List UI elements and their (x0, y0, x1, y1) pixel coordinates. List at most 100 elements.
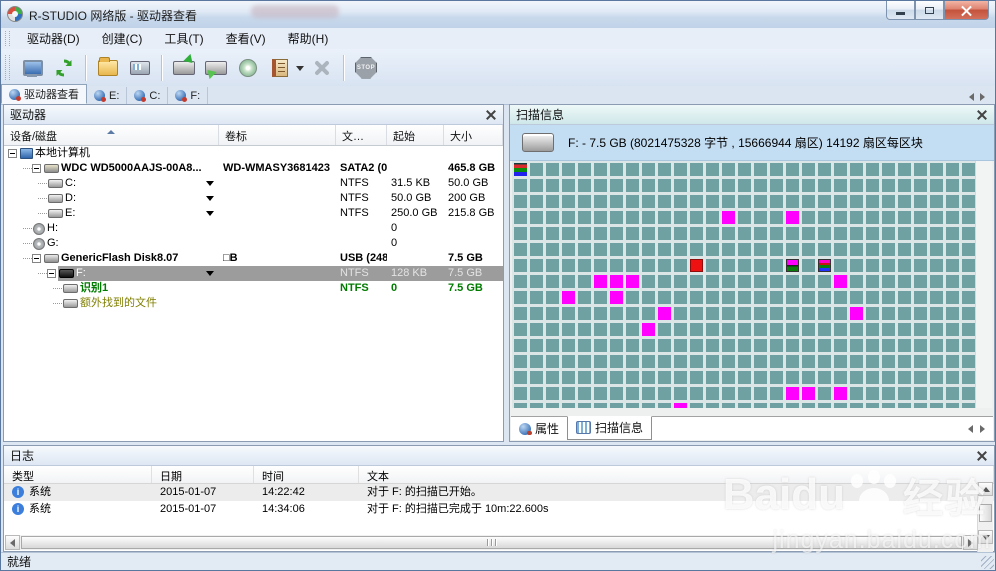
close-button[interactable] (944, 1, 989, 20)
scan-block (882, 387, 895, 400)
drives-panel-close-icon[interactable] (485, 109, 497, 121)
tree-row[interactable]: GenericFlash Disk8.07□BUSB (248:228)7.5 … (4, 251, 503, 266)
scan-block (562, 195, 575, 208)
scroll-down-button[interactable] (978, 530, 993, 544)
minimize-button[interactable] (886, 1, 915, 20)
scan-block (866, 339, 879, 352)
scan-block (546, 387, 559, 400)
tab-e[interactable]: E: (87, 87, 127, 104)
menu-create[interactable]: 创建(C) (91, 28, 154, 49)
toolbar-gripper-2[interactable] (5, 55, 10, 81)
tab-scroll-left-icon[interactable] (969, 93, 974, 101)
log-row[interactable]: i系统2015-01-0714:34:06对于 F: 的扫描已完成于 10m:2… (4, 501, 994, 518)
scan-block (802, 275, 815, 288)
scan-block (642, 195, 655, 208)
tree-row[interactable]: F:NTFS128 KB7.5 GB (4, 266, 503, 281)
tree-row-label: 本地计算机 (35, 146, 90, 161)
menu-drive[interactable]: 驱动器(D) (16, 28, 91, 49)
connect-computer-button[interactable] (17, 53, 47, 83)
scroll-up-button[interactable] (978, 482, 993, 496)
create-image-button[interactable] (125, 53, 155, 83)
column-device[interactable]: 设备/磁盘 (4, 125, 219, 145)
log-dropdown-icon[interactable] (296, 66, 304, 75)
column-fs[interactable]: 文… (336, 125, 387, 145)
scan-block (722, 211, 735, 224)
scroll-right-button[interactable] (963, 535, 978, 550)
log-row[interactable]: i系统2015-01-0714:22:42对于 F: 的扫描已开始。 (4, 484, 994, 501)
tab-scan-info[interactable]: 扫描信息 (567, 416, 652, 440)
tree-row[interactable]: H:0 (4, 221, 503, 236)
tree-row[interactable]: D:NTFS50.0 GB200 GB (4, 191, 503, 206)
scan-block (722, 291, 735, 304)
scan-block (834, 163, 847, 176)
scan-block (738, 259, 751, 272)
bottom-tab-scroll-left-icon[interactable] (968, 425, 973, 433)
tab-f[interactable]: F: (168, 87, 208, 104)
close-tab-button[interactable] (307, 53, 337, 83)
scan-block (626, 227, 639, 240)
horizontal-scroll-thumb[interactable] (21, 536, 962, 549)
open-image-button[interactable] (93, 53, 123, 83)
column-label[interactable]: 卷标 (219, 125, 336, 145)
volume-dropdown-icon[interactable] (206, 181, 214, 190)
scan-block (754, 355, 767, 368)
tab-drive-view[interactable]: 驱动器查看 (1, 84, 87, 104)
volume-dropdown-icon[interactable] (206, 196, 214, 205)
scan-block (546, 323, 559, 336)
collapse-icon[interactable] (47, 269, 56, 278)
titlebar[interactable]: R-STUDIO 网络版 - 驱动器查看 (1, 1, 995, 29)
menu-help[interactable]: 帮助(H) (277, 28, 340, 49)
recover-button[interactable] (201, 53, 231, 83)
tree-row[interactable]: 本地计算机 (4, 146, 503, 161)
scan-grid-scrollbar-track[interactable] (975, 161, 992, 408)
scan-block (626, 387, 639, 400)
collapse-icon[interactable] (32, 164, 41, 173)
tree-row[interactable]: 额外找到的文件 (4, 296, 503, 311)
scroll-left-button[interactable] (5, 535, 20, 550)
column-type[interactable]: 类型 (4, 466, 152, 483)
tab-scroll-right-icon[interactable] (980, 93, 985, 101)
tree-row[interactable]: 识别1NTFS07.5 GB (4, 281, 503, 296)
collapse-icon[interactable] (32, 254, 41, 263)
bottom-tab-scroll-right-icon[interactable] (980, 425, 985, 433)
tree-row[interactable]: WDC WD5000AAJS-00A8...WD-WMASY3681423SAT… (4, 161, 503, 176)
scan-block (866, 291, 879, 304)
scan-block (946, 339, 959, 352)
scan-grid[interactable] (512, 161, 977, 408)
refresh-button[interactable] (49, 53, 79, 83)
disc-button[interactable] (233, 53, 263, 83)
column-size[interactable]: 大小 (444, 125, 503, 145)
tree-row[interactable]: G:0 (4, 236, 503, 251)
resize-grip[interactable] (981, 556, 994, 569)
column-date[interactable]: 日期 (152, 466, 254, 483)
tab-c[interactable]: C: (127, 87, 168, 104)
volume-dropdown-icon[interactable] (206, 271, 214, 280)
scan-block (658, 387, 671, 400)
menu-tools[interactable]: 工具(T) (153, 28, 214, 49)
vertical-scroll-thumb[interactable] (979, 504, 992, 522)
log-panel-close-icon[interactable] (976, 450, 988, 462)
scan-block (722, 371, 735, 384)
tree-row[interactable]: E:NTFS250.0 GB215.8 GB (4, 206, 503, 221)
scan-panel-close-icon[interactable] (976, 109, 988, 121)
tree-connector (23, 258, 32, 259)
log-vertical-scrollbar[interactable] (977, 482, 993, 554)
column-time[interactable]: 时间 (254, 466, 359, 483)
tree-row[interactable]: C:NTFS31.5 KB50.0 GB (4, 176, 503, 191)
scan-block (514, 259, 527, 272)
column-start[interactable]: 起始 (387, 125, 444, 145)
scan-block (722, 227, 735, 240)
maximize-button[interactable] (915, 1, 944, 20)
log-journal-button[interactable] (265, 53, 295, 83)
scan-button[interactable] (169, 53, 199, 83)
menu-view[interactable]: 查看(V) (215, 28, 277, 49)
column-text[interactable]: 文本 (359, 466, 994, 483)
volume-dropdown-icon[interactable] (206, 211, 214, 220)
close-icon (961, 5, 972, 16)
scan-block (850, 307, 863, 320)
tab-properties[interactable]: 属性 (511, 418, 567, 439)
stop-scan-button[interactable]: STOP (351, 53, 381, 83)
log-horizontal-scrollbar[interactable] (5, 535, 978, 550)
collapse-icon[interactable] (8, 149, 17, 158)
toolbar-gripper[interactable] (5, 31, 10, 46)
